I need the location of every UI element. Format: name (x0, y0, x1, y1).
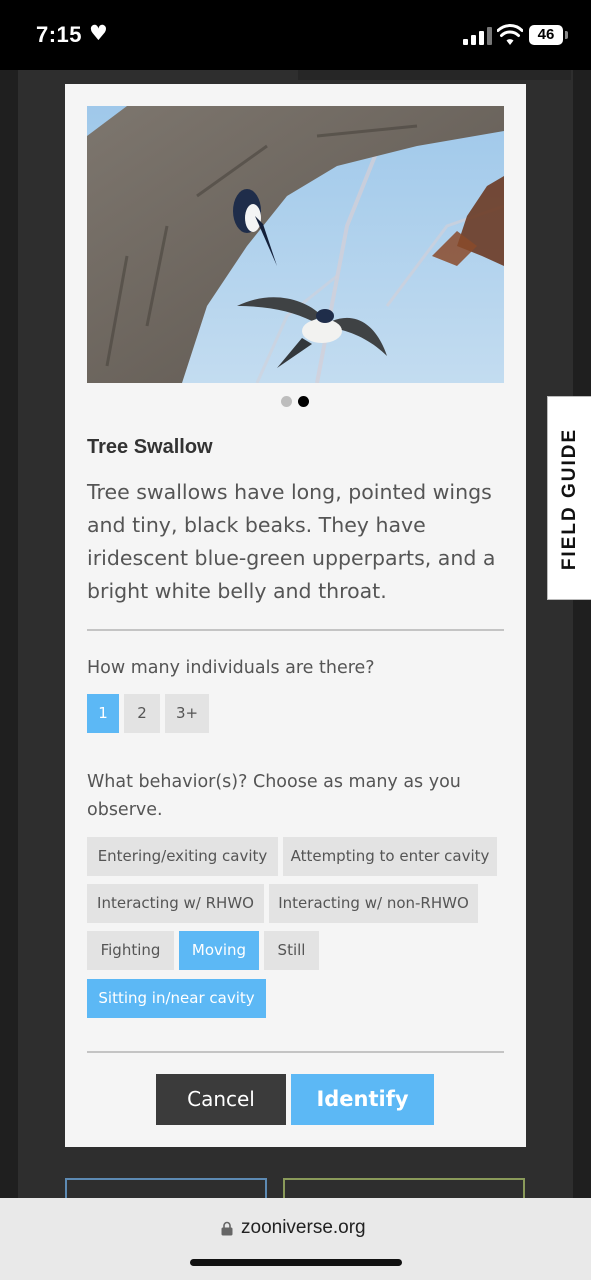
battery-icon: 46 (529, 25, 563, 45)
behavior-fighting[interactable]: Fighting (87, 931, 174, 970)
carousel-dot[interactable] (281, 396, 292, 407)
divider (87, 629, 504, 631)
species-description: Tree swallows have long, pointed wings a… (87, 480, 496, 603)
behavior-question: What behavior(s)? Choose as many as you … (87, 772, 461, 820)
page-background-strip (298, 70, 571, 80)
browser-url-bar[interactable] (0, 1198, 591, 1280)
behavior-moving[interactable]: Moving (179, 931, 259, 970)
tree-swallow-photo (87, 106, 504, 383)
cancel-button[interactable]: Cancel (156, 1074, 286, 1125)
field-guide-tab[interactable]: FIELD GUIDE (547, 396, 591, 600)
carousel-dot-active[interactable] (298, 396, 309, 407)
battery-nub (565, 31, 568, 39)
cellular-signal-icon (463, 27, 493, 45)
species-title: Tree Swallow (87, 436, 213, 458)
behavior-sitting-near-cavity[interactable]: Sitting in/near cavity (87, 979, 266, 1018)
identify-modal: Tree Swallow Tree swallows have long, po… (65, 84, 526, 1147)
count-option-3plus[interactable]: 3+ (165, 694, 209, 733)
page-background-left (0, 70, 18, 1200)
behavior-interacting-non-rhwo[interactable]: Interacting w/ non-RHWO (269, 884, 478, 923)
identify-button[interactable]: Identify (291, 1074, 434, 1125)
species-photo[interactable] (87, 106, 504, 383)
page-background-right (573, 70, 591, 1200)
behavior-attempting-to-enter-cavity[interactable]: Attempting to enter cavity (283, 837, 497, 876)
wifi-icon (497, 24, 523, 45)
count-option-2[interactable]: 2 (124, 694, 160, 733)
heart-icon: ♥ (89, 21, 108, 45)
behavior-interacting-rhwo[interactable]: Interacting w/ RHWO (87, 884, 264, 923)
count-question: How many individuals are there? (87, 658, 375, 678)
lock-icon (221, 1221, 233, 1236)
status-time: 7:15 (36, 22, 83, 47)
divider (87, 1051, 504, 1053)
count-option-1[interactable]: 1 (87, 694, 119, 733)
behavior-entering-exiting-cavity[interactable]: Entering/exiting cavity (87, 837, 278, 876)
field-guide-label: FIELD GUIDE (559, 427, 580, 571)
behavior-still[interactable]: Still (264, 931, 319, 970)
home-indicator[interactable] (190, 1259, 402, 1266)
url-text[interactable]: zooniverse.org (241, 1217, 366, 1239)
status-bar: 7:15 ♥ 46 (0, 0, 591, 70)
